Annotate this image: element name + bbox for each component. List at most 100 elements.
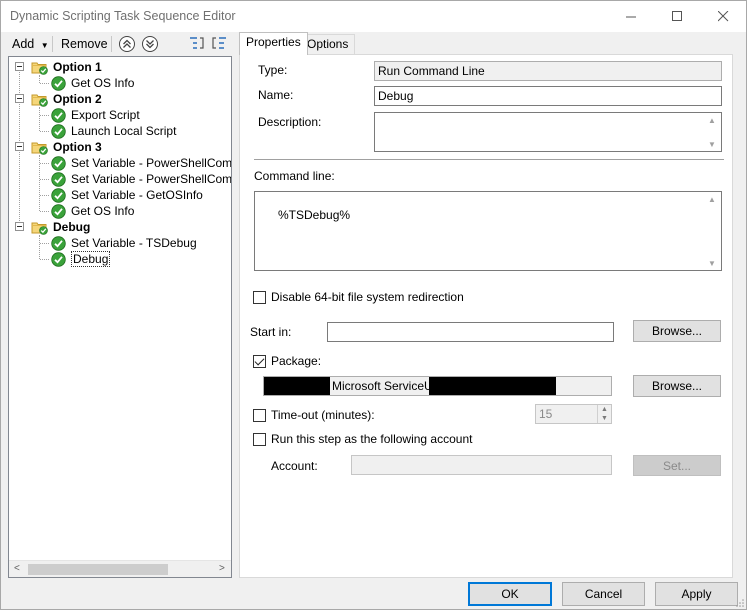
spinner-arrows[interactable]: ▲ ▼ [597,405,611,423]
task-sequence-tree[interactable]: Option 1 Get OS Info Option 2 Export Script… [8,56,232,578]
tree-group-option-1[interactable]: Option 1 [31,59,102,75]
tree-group-label: Option 1 [53,60,102,74]
tree-item-label: Export Script [71,108,140,122]
editor-window: Dynamic Scripting Task Sequence Editor A… [0,0,747,610]
tree-item[interactable]: Get OS Info [51,75,134,91]
success-check-icon [51,107,66,123]
properties-panel: Type: Run Command Line Name: Debug Descr… [239,54,733,578]
timeout-checkbox[interactable] [253,409,266,422]
toolbar: Add ▼ Remove [1,33,237,55]
tree-item[interactable]: Get OS Info [51,203,134,219]
start-in-input[interactable] [327,322,614,342]
package-checkbox[interactable] [253,355,266,368]
description-label: Description: [258,115,322,129]
ok-button[interactable]: OK [468,582,552,606]
command-line-input[interactable]: %TSDebug% ▲ ▼ [254,191,722,271]
tree-connector [39,107,40,131]
run-as-account-checkbox[interactable] [253,433,266,446]
tree-item[interactable]: Set Variable - PowerShellCommand [51,171,231,187]
tree-item-label: Set Variable - TSDebug [71,236,197,250]
description-scrollbar[interactable]: ▲ ▼ [705,113,721,151]
scroll-left-icon[interactable]: < [14,563,20,574]
move-down-icon[interactable] [141,35,159,53]
command-line-label: Command line: [254,169,335,183]
tree-item[interactable]: Debug [51,251,111,267]
scroll-down-icon[interactable]: ▼ [708,259,716,268]
cancel-button[interactable]: Cancel [562,582,645,606]
success-check-icon [51,251,66,267]
tree-group-debug[interactable]: Debug [31,219,90,235]
tree-collapse-toggle[interactable] [15,62,24,71]
spin-up-icon[interactable]: ▲ [601,406,608,413]
tree-connector [40,243,49,244]
redacted-block [264,377,330,395]
tree-connector [40,195,49,196]
tree-connector [40,115,49,116]
name-label: Name: [258,88,294,102]
tree-item[interactable]: Launch Local Script [51,123,176,139]
tree-connector [40,211,49,212]
apply-button[interactable]: Apply [655,582,738,606]
spin-down-icon[interactable]: ▼ [601,415,608,422]
tree-connector [39,235,40,259]
outdent-icon[interactable] [211,35,229,53]
folder-check-icon [31,139,49,155]
scroll-right-icon[interactable]: > [219,563,225,574]
folder-check-icon [31,59,49,75]
type-label: Type: [258,63,288,77]
timeout-label: Time-out (minutes): [271,408,375,422]
tree-group-option-3[interactable]: Option 3 [31,139,102,155]
toolbar-separator [111,36,112,52]
package-browse-button[interactable]: Browse... [633,375,721,397]
scroll-up-icon[interactable]: ▲ [708,116,716,125]
scroll-up-icon[interactable]: ▲ [708,195,716,204]
tree-item[interactable]: Set Variable - GetOSInfo [51,187,203,203]
tree-connector [40,131,49,132]
remove-button[interactable]: Remove [61,37,108,51]
folder-check-icon [31,91,49,107]
tree-connector [39,75,40,83]
set-account-button: Set... [633,455,721,476]
tree-connector [40,83,49,84]
minimize-button[interactable] [608,1,654,32]
tree-connector [40,163,49,164]
tree-connector [40,259,49,260]
tree-item[interactable]: Export Script [51,107,140,123]
tree-collapse-toggle[interactable] [15,94,24,103]
tree-item[interactable]: Set Variable - PowerShellCommand [51,155,231,171]
package-label: Package: [271,354,322,368]
scrollbar-thumb[interactable] [28,564,168,575]
tree-item-label: Debug [71,251,111,267]
tab-options[interactable]: Options [300,34,356,54]
success-check-icon [51,203,66,219]
tree-horizontal-scrollbar[interactable]: < > [9,560,231,577]
section-divider [254,159,724,160]
success-check-icon [51,155,66,171]
tree-collapse-toggle[interactable] [15,142,24,151]
indent-icon[interactable] [188,35,206,53]
window-title: Dynamic Scripting Task Sequence Editor [10,9,236,23]
tree-group-option-2[interactable]: Option 2 [31,91,102,107]
run-as-account-label: Run this step as the following account [271,432,473,446]
maximize-button[interactable] [654,1,700,32]
tree-item-label: Set Variable - PowerShellCommand [71,172,231,186]
dropdown-arrow-icon: ▼ [40,41,49,50]
start-in-browse-button[interactable]: Browse... [633,320,721,342]
disable-redirection-checkbox[interactable] [253,291,266,304]
add-menu-button[interactable]: Add ▼ [12,37,49,51]
move-up-icon[interactable] [118,35,136,53]
success-check-icon [51,235,66,251]
tree-group-label: Option 3 [53,140,102,154]
resize-grip-icon[interactable] [734,597,745,608]
tree-item[interactable]: Set Variable - TSDebug [51,235,197,251]
start-in-label: Start in: [250,325,292,339]
tree-collapse-toggle[interactable] [15,222,24,231]
success-check-icon [51,171,66,187]
close-button[interactable] [700,1,746,32]
command-line-scrollbar[interactable]: ▲ ▼ [705,192,721,270]
tab-properties[interactable]: Properties [239,32,308,55]
timeout-spinner[interactable]: 15 ▲ ▼ [535,404,612,424]
name-input[interactable]: Debug [374,86,722,106]
scroll-down-icon[interactable]: ▼ [708,140,716,149]
description-input[interactable]: ▲ ▼ [374,112,722,152]
